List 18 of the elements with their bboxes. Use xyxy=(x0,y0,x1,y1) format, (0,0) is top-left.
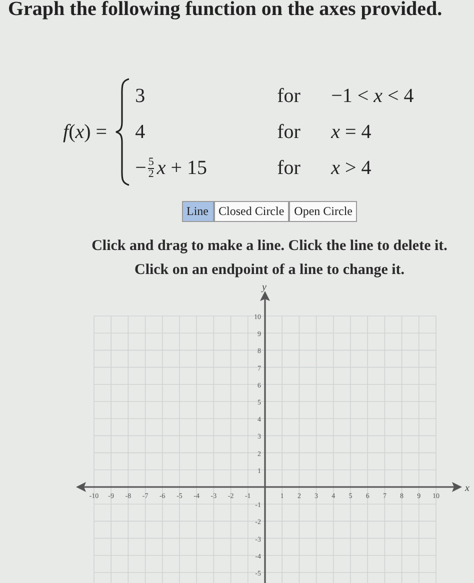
question-title: Graph the following function on the axes provided. xyxy=(7,0,444,22)
case-condition: −1 < x < 4 xyxy=(331,84,414,108)
case-condition: x = 4 xyxy=(331,120,372,144)
case-expression: 4 xyxy=(135,120,146,144)
for-label: for xyxy=(277,120,302,144)
y-axis-label: y xyxy=(262,283,266,293)
function-name: f(x) = xyxy=(63,120,108,144)
tool-tab[interactable]: Line xyxy=(182,200,214,222)
case-expression: 3 xyxy=(135,84,146,108)
case-condition: x > 4 xyxy=(331,156,372,180)
tool-tab[interactable]: Open Circle xyxy=(289,200,358,222)
instruction-text: Click and drag to make a line. Click the line to delete it. xyxy=(90,237,448,256)
brace-icon xyxy=(115,77,132,187)
for-label: for xyxy=(277,84,302,108)
for-label: for xyxy=(277,156,302,180)
tool-tab[interactable]: Closed Circle xyxy=(214,200,290,222)
x-axis-label: x xyxy=(465,483,470,494)
instruction-text: Click on an endpoint of a line to change it. xyxy=(133,261,406,280)
